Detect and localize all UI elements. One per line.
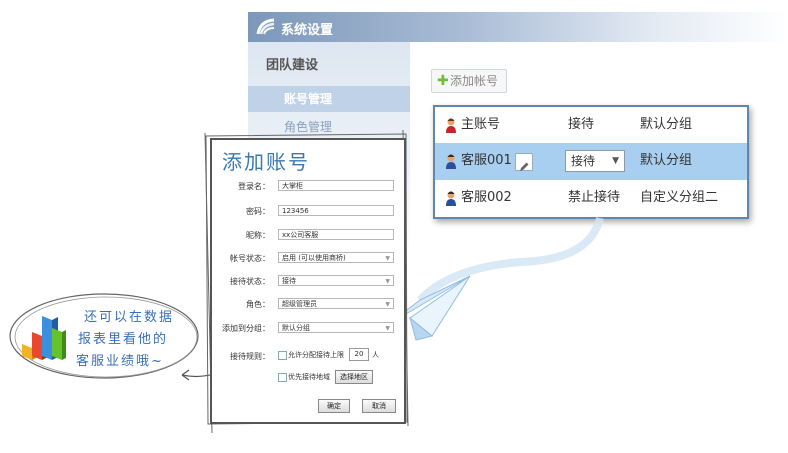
reception-status-select[interactable]: 接待 ▼ [278, 275, 394, 286]
tip-line: 还可以在数据 [84, 310, 175, 325]
chevron-down-icon: ▼ [385, 255, 390, 262]
bar-chart-icon [22, 316, 66, 360]
cancel-button[interactable]: 取消 [362, 399, 396, 413]
field-label: 接待规则： [230, 352, 270, 361]
field-label: 接待状态： [230, 277, 270, 286]
dialog-title: 添加账号 [222, 150, 310, 174]
login-name-input[interactable]: 大掌柜 [278, 180, 394, 191]
chevron-down-icon: ▼ [385, 325, 390, 332]
role-select[interactable]: 超级管理员 ▼ [278, 298, 394, 309]
ok-button[interactable]: 确定 [318, 399, 350, 413]
tip-line: 报表里看他的 [78, 332, 169, 347]
field-label: 昵称： [246, 231, 270, 240]
region-checkbox[interactable] [278, 373, 287, 382]
nickname-input[interactable]: xx公司客服 [278, 229, 394, 240]
field-label: 密码： [246, 207, 270, 216]
account-status-select[interactable]: 启用 (可以使用商桥) ▼ [278, 252, 394, 263]
limit-checkbox[interactable] [278, 351, 287, 360]
field-label: 帐号状态： [230, 254, 270, 263]
limit-number-input[interactable]: 20 [349, 348, 369, 361]
password-input[interactable]: 123456 [278, 205, 394, 216]
tip-line: 客服业绩哦~ [76, 354, 164, 369]
field-label: 登录名： [238, 182, 270, 191]
add-account-dialog: 添加账号 登录名： 大掌柜 密码： 123456 昵称： xx公司客服 帐号状态… [210, 138, 406, 424]
chevron-down-icon: ▼ [385, 301, 390, 308]
group-select[interactable]: 默认分组 ▼ [278, 322, 394, 333]
tip-bubble: 还可以在数据 报表里看他的 客服业绩哦~ [6, 290, 202, 382]
chevron-down-icon: ▼ [385, 278, 390, 285]
select-region-button[interactable]: 选择地区 [335, 370, 373, 384]
